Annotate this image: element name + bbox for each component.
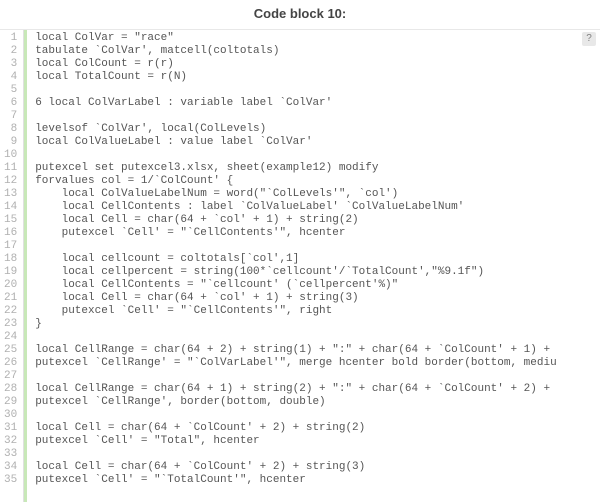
line-number: 28 xyxy=(4,383,17,396)
line-number: 7 xyxy=(4,110,17,123)
help-icon[interactable]: ? xyxy=(582,32,596,46)
line-number: 25 xyxy=(4,344,17,357)
line-number: 29 xyxy=(4,396,17,409)
line-number: 12 xyxy=(4,175,17,188)
line-number: 17 xyxy=(4,240,17,253)
line-number: 15 xyxy=(4,214,17,227)
line-number: 11 xyxy=(4,162,17,175)
line-number: 20 xyxy=(4,279,17,292)
line-number: 16 xyxy=(4,227,17,240)
line-number: 2 xyxy=(4,45,17,58)
line-number: 5 xyxy=(4,84,17,97)
line-number: 27 xyxy=(4,370,17,383)
line-number-gutter: 1234567891011121314151617181920212223242… xyxy=(0,30,24,502)
line-number: 8 xyxy=(4,123,17,136)
line-number: 33 xyxy=(4,448,17,461)
code-text: local ColVar = "race" tabulate `ColVar',… xyxy=(27,30,600,489)
code-block-title: Code block 10: xyxy=(0,0,600,29)
line-number: 4 xyxy=(4,71,17,84)
line-number: 23 xyxy=(4,318,17,331)
line-number: 22 xyxy=(4,305,17,318)
line-number: 34 xyxy=(4,461,17,474)
line-number: 26 xyxy=(4,357,17,370)
line-number: 32 xyxy=(4,435,17,448)
line-number: 19 xyxy=(4,266,17,279)
line-number: 31 xyxy=(4,422,17,435)
line-number: 30 xyxy=(4,409,17,422)
line-number: 35 xyxy=(4,474,17,487)
line-number: 6 xyxy=(4,97,17,110)
line-number: 13 xyxy=(4,188,17,201)
line-number: 1 xyxy=(4,32,17,45)
line-number: 21 xyxy=(4,292,17,305)
line-number: 24 xyxy=(4,331,17,344)
code-scroll-pane[interactable]: ? local ColVar = "race" tabulate `ColVar… xyxy=(24,30,600,502)
line-number: 14 xyxy=(4,201,17,214)
line-number: 18 xyxy=(4,253,17,266)
line-number: 10 xyxy=(4,149,17,162)
line-number: 9 xyxy=(4,136,17,149)
code-block-container: Code block 10: 1234567891011121314151617… xyxy=(0,0,600,502)
code-area: 1234567891011121314151617181920212223242… xyxy=(0,29,600,502)
line-number: 3 xyxy=(4,58,17,71)
